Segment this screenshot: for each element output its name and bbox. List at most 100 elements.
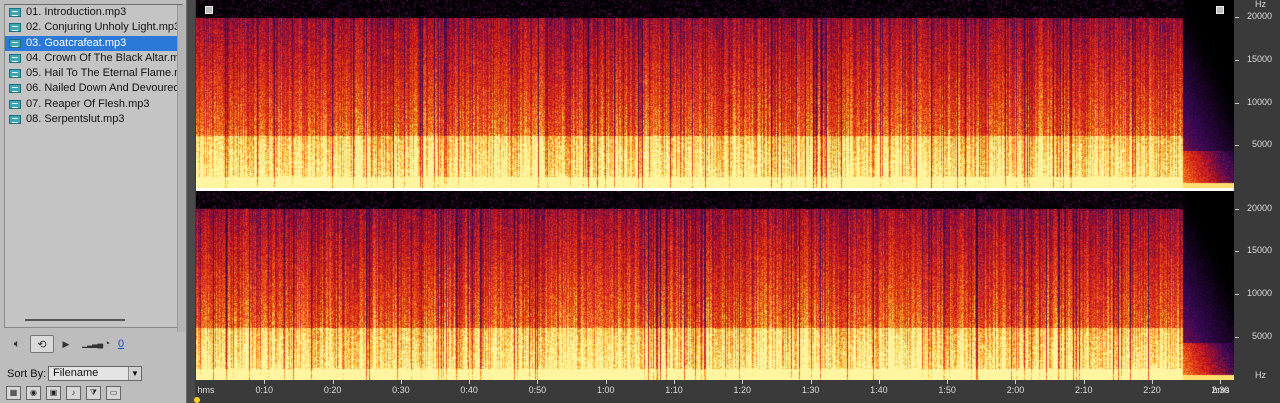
time-tick-mark — [605, 380, 607, 384]
time-tick-mark — [469, 380, 471, 384]
play-icon[interactable]: ▶ — [60, 335, 72, 353]
spectrogram-canvas-2 — [196, 191, 1234, 380]
time-tick-mark — [537, 380, 539, 384]
playhead-marker[interactable] — [194, 397, 200, 403]
time-tick-label: 1:40 — [870, 385, 888, 395]
sort-select-value: Filename — [53, 367, 99, 379]
zoom-corner-left-icon[interactable] — [205, 6, 213, 14]
file-browser-panel: 01. Introduction.mp3 02. Conjuring Unholy… — [0, 0, 187, 403]
spectrogram-right-channel[interactable] — [196, 191, 1234, 380]
time-tick-mark — [400, 380, 402, 384]
loop-button[interactable]: ⟲ — [30, 335, 54, 353]
time-tick-label: 1:10 — [665, 385, 683, 395]
time-tick-label: 1:00 — [596, 385, 615, 395]
grid-view-icon[interactable]: ▦ — [6, 386, 21, 400]
time-tick-mark — [1220, 380, 1222, 384]
time-tick-label: 2:10 — [1074, 385, 1093, 395]
time-tick-mark — [1083, 380, 1085, 384]
time-tick-label: 2:20 — [1143, 385, 1161, 395]
file-list[interactable]: 01. Introduction.mp3 02. Conjuring Unholy… — [4, 4, 187, 332]
file-list-item[interactable]: 05. Hail To The Eternal Flame.mp3 — [5, 66, 182, 81]
speaker-icon[interactable]: 🔈︎ — [10, 335, 24, 353]
hz-tick-mark — [1235, 17, 1239, 19]
time-tick-label: 1:50 — [938, 385, 956, 395]
hz-tick-mark — [1235, 60, 1239, 62]
audio-file-icon — [9, 23, 21, 33]
audio-file-icon — [9, 115, 21, 125]
hz-unit-label-bottom: Hz — [1255, 370, 1266, 380]
time-tick-label: 0:50 — [528, 385, 547, 395]
disc-icon[interactable]: ◉ — [26, 386, 41, 400]
hz-tick-mark — [1235, 251, 1239, 253]
folder-icon[interactable]: ▭ — [106, 386, 121, 400]
audio-file-icon — [9, 38, 21, 48]
file-name: 03. Goatcrafeat.mp3 — [26, 36, 127, 49]
hz-tick-mark — [1235, 294, 1239, 296]
audio-file-icon — [9, 53, 21, 63]
file-name: 01. Introduction.mp3 — [26, 6, 127, 18]
time-tick-label: 2:30 — [1211, 385, 1230, 395]
chevron-down-icon[interactable]: ▼ — [128, 367, 141, 380]
audio-file-icon — [9, 8, 21, 17]
audio-file-icon — [9, 69, 21, 79]
time-tick-mark — [674, 380, 676, 384]
file-list-item[interactable]: 08. Serpentslut.mp3 — [5, 112, 182, 127]
file-name: 06. Nailed Down And Devoured — [26, 82, 180, 95]
time-tick-label: 0:30 — [392, 385, 410, 395]
sort-row: Sort By: Filename ▼ — [4, 366, 181, 382]
hz-unit-label: Hz — [1255, 0, 1266, 9]
file-list-item[interactable]: 06. Nailed Down And Devoured — [5, 81, 182, 96]
time-tick-mark — [332, 380, 334, 384]
file-name: 02. Conjuring Unholy Light.mp3 — [26, 21, 181, 34]
hz-tick-label: 20000 — [1246, 11, 1272, 22]
time-tick-label: 2:00 — [1006, 385, 1025, 395]
time-unit-left: hms — [197, 385, 215, 395]
horizontal-scrollbar[interactable] — [25, 319, 125, 321]
audio-file-icon — [9, 99, 21, 109]
time-tick-mark — [264, 380, 266, 384]
time-tick-mark — [810, 380, 812, 384]
time-tick-label: 0:10 — [255, 385, 274, 395]
time-tick-label: 0:40 — [460, 385, 478, 395]
file-name: 07. Reaper Of Flesh.mp3 — [26, 97, 150, 110]
sort-label: Sort By: — [7, 368, 47, 380]
file-list-item[interactable]: 02. Conjuring Unholy Light.mp3 — [5, 20, 182, 35]
panel-splitter[interactable] — [186, 0, 195, 403]
file-name: 08. Serpentslut.mp3 — [26, 113, 125, 126]
hz-tick-label: 5000 — [1251, 139, 1272, 150]
music-note-icon[interactable]: ♪ — [66, 386, 81, 400]
time-tick-label: 1:20 — [733, 385, 752, 395]
sort-select[interactable]: Filename ▼ — [48, 366, 142, 381]
hz-tick-mark — [1235, 208, 1239, 210]
hz-tick-label: 10000 — [1246, 288, 1272, 299]
frequency-axis: Hz Hz 20000 15000 10000 5000 20000 15000 10000… — [1235, 0, 1280, 380]
volume-value[interactable]: 0 — [116, 335, 126, 353]
time-tick-mark — [947, 380, 949, 384]
time-tick-mark — [742, 380, 744, 384]
zoom-corner-right-icon[interactable] — [1216, 6, 1224, 14]
time-tick-mark — [1015, 380, 1017, 384]
hz-tick-mark — [1235, 145, 1239, 147]
time-tick-mark — [1152, 380, 1154, 384]
volume-bars-icon: ▁▂▃▄ — [82, 339, 103, 348]
hz-tick-label: 15000 — [1246, 54, 1272, 65]
audio-file-icon — [9, 84, 21, 94]
hz-tick-label: 10000 — [1246, 96, 1272, 107]
file-list-item[interactable]: 03. Goatcrafeat.mp3 — [5, 35, 182, 51]
file-list-item[interactable]: 01. Introduction.mp3 — [5, 5, 182, 20]
hz-tick-mark — [1235, 102, 1239, 104]
volume-knob-icon[interactable]: ◔ — [100, 335, 114, 353]
playback-controls: 🔈︎ ⟲ ▶ ▁▂▃▄ ◔ 0 — [4, 333, 181, 357]
file-name: 04. Crown Of The Black Altar.mp3 — [26, 51, 182, 64]
file-list-item[interactable]: 07. Reaper Of Flesh.mp3 — [5, 97, 182, 112]
time-tick-label: 0:20 — [323, 385, 342, 395]
filter-icon[interactable]: ⧩ — [86, 386, 101, 400]
film-icon[interactable]: ▣ — [46, 386, 61, 400]
time-tick-label: 1:30 — [801, 385, 820, 395]
spectrogram-left-channel[interactable] — [196, 0, 1234, 188]
time-axis: hms hms 0:10 0:20 0:30 0:40 0:50 1:00 1:10 1:20… — [196, 380, 1280, 403]
hz-tick-label: 20000 — [1246, 202, 1272, 213]
spectrogram-canvas-1 — [196, 0, 1234, 188]
file-list-item[interactable]: 04. Crown Of The Black Altar.mp3 — [5, 51, 182, 66]
hz-tick-mark — [1235, 337, 1239, 339]
